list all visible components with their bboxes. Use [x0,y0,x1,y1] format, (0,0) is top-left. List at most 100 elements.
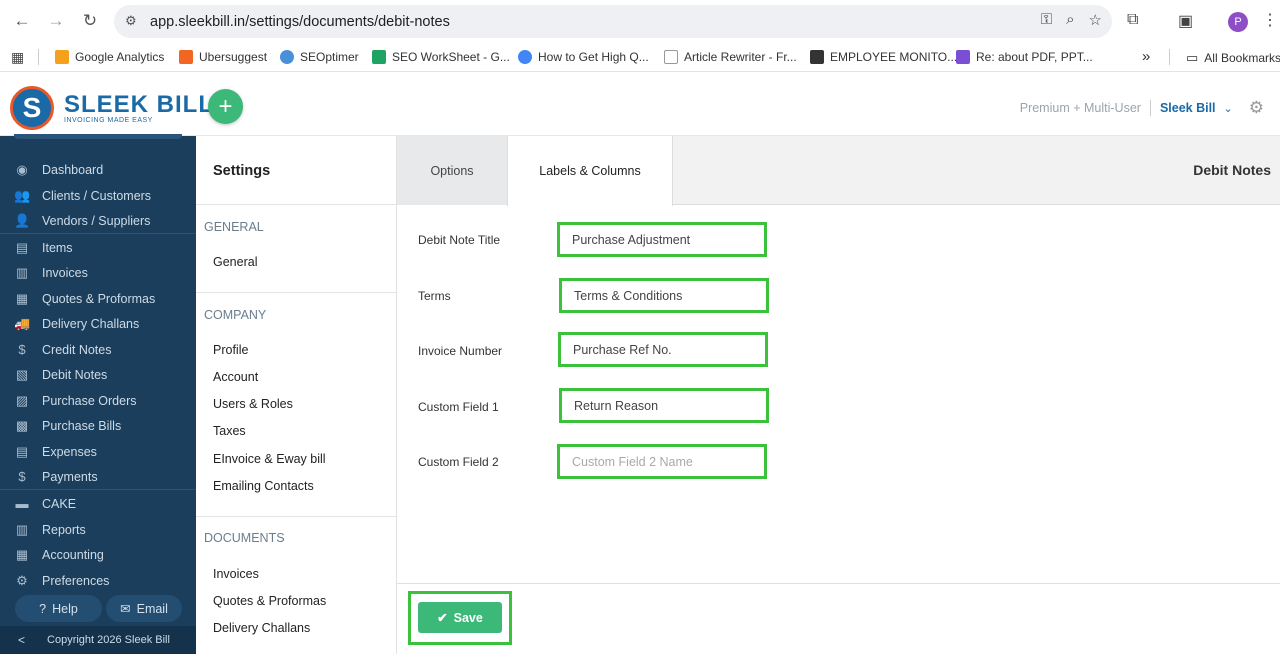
bookmark-ubersuggest[interactable]: Ubersuggest [179,50,267,64]
sidebar-item-credit-notes[interactable]: $ Credit Notes [0,337,196,362]
bookmarks-overflow-icon[interactable]: » [1142,48,1150,65]
sidebar-item-preferences[interactable]: ⚙ Preferences [0,568,196,593]
bookmark-label: Ubersuggest [199,50,268,64]
sidebar-item-accounting[interactable]: ▦ Accounting [0,542,196,567]
browser-toolbar: ← → ↻ ⚙ app.sleekbill.in/settings/docume… [0,0,1280,42]
menu-item-users-roles[interactable]: Users & Roles [213,397,293,411]
sidebar-item-label: Payments [42,469,98,484]
sidebar-item-purchase-bills[interactable]: ▩ Purchase Bills [0,413,196,438]
menu-item-quotes[interactable]: Quotes & Proformas [213,594,326,608]
sidebar-item-payments[interactable]: $ Payments [0,464,196,489]
site-settings-icon[interactable]: ⚙ [125,13,137,29]
bookmark-seoptimer[interactable]: SEOptimer [280,50,359,64]
terms-input[interactable] [562,281,766,310]
all-bookmarks[interactable]: ▭ All Bookmarks [1186,50,1280,66]
bookmark-google-analytics[interactable]: Google Analytics [55,50,164,64]
apps-grid-icon[interactable]: ▦ [11,49,24,66]
clients-icon: 👥 [14,187,31,203]
items-icon: ▤ [15,239,29,255]
menu-item-taxes[interactable]: Taxes [213,424,246,438]
zoom-icon[interactable]: ⌕ [1066,11,1074,29]
bookmark-divider [1169,49,1170,65]
question-circle-icon: ? [39,601,47,616]
address-bar[interactable]: ⚙ app.sleekbill.in/settings/documents/de… [114,5,1112,38]
bookmark-article-rewriter[interactable]: Article Rewriter - Fr... [664,50,797,64]
browser-menu-icon[interactable]: ⋮ [1262,10,1278,30]
field-label-terms: Terms [418,289,451,303]
tab-labels-columns[interactable]: Labels & Columns [507,136,673,206]
menu-item-profile[interactable]: Profile [213,343,248,357]
sidebar-item-clients[interactable]: 👥 Clients / Customers [0,183,196,208]
invoice-number-input[interactable] [561,335,765,364]
app-header: S SLEEK BILL INVOICING MADE EASY + Premi… [0,72,1280,136]
sidebar-item-label: Items [42,240,73,255]
section-heading-documents: DOCUMENTS [204,531,285,545]
bookmark-label: Google Analytics [75,50,165,64]
section-divider [196,516,396,517]
sidebar-item-vendors[interactable]: 👤 Vendors / Suppliers [0,208,196,233]
sidebar-item-dashboard[interactable]: ◉ Dashboard [0,157,196,182]
custom-field-2-input[interactable] [560,447,764,476]
reload-icon[interactable]: ↻ [78,9,102,33]
debit-note-title-field [557,222,767,257]
debit-note-title-input[interactable] [560,225,764,254]
sidebar-item-items[interactable]: ▤ Items [0,235,196,260]
tab-bar: Options Labels & Columns Debit Notes [397,136,1280,206]
chevron-down-icon[interactable]: ⌄ [1224,102,1233,115]
sheets-icon [372,50,386,64]
collapse-sidebar-icon[interactable]: < [18,633,25,647]
field-label-invoice-number: Invoice Number [418,344,503,358]
menu-item-general[interactable]: General [213,255,257,269]
bookmark-re-about-pdf[interactable]: Re: about PDF, PPT... [956,50,1093,64]
menu-item-delivery-challans[interactable]: Delivery Challans [213,621,310,635]
sleek-bill-logo[interactable]: S SLEEK BILL INVOICING MADE EASY [10,86,214,130]
menu-item-emailing-contacts[interactable]: Emailing Contacts [213,479,314,493]
profile-avatar[interactable]: P [1228,12,1248,32]
sidebar-divider [0,233,196,234]
sidebar-item-quotes[interactable]: ▦ Quotes & Proformas [0,286,196,311]
sidebar-item-label: Debit Notes [42,367,108,382]
help-label: Help [52,601,78,616]
password-key-icon[interactable]: ⚿ [1041,11,1052,29]
sidebar-item-label: Accounting [42,547,104,562]
sidebar-item-reports[interactable]: ▥ Reports [0,517,196,542]
dashboard-icon: ◉ [16,161,28,177]
menu-item-invoices[interactable]: Invoices [213,567,259,581]
back-icon[interactable]: ← [10,9,34,33]
sidebar-item-invoices[interactable]: ▥ Invoices [0,260,196,285]
email-button[interactable]: ✉ Email [106,595,182,622]
proton-mail-icon [956,50,970,64]
purchase-order-icon: ▨ [15,392,29,408]
sidebar-divider [0,489,196,490]
menu-item-account[interactable]: Account [213,370,258,384]
tab-options[interactable]: Options [397,136,507,205]
sidebar-item-purchase-orders[interactable]: ▨ Purchase Orders [0,388,196,413]
bookmark-star-icon[interactable]: ☆ [1089,11,1102,29]
help-button[interactable]: ? Help [15,595,102,622]
reading-mode-icon[interactable]: ▣ [1178,11,1193,31]
custom-field-1-input[interactable] [562,391,766,420]
sidebar-item-expenses[interactable]: ▤ Expenses [0,439,196,464]
extensions-icon[interactable]: ⧉ [1127,11,1138,29]
save-button[interactable]: ✔ Save [418,602,502,633]
sidebar: ◉ Dashboard 👥 Clients / Customers 👤 Vendors… [0,134,196,654]
add-new-button[interactable]: + [208,89,243,124]
sidebar-item-debit-notes[interactable]: ▧ Debit Notes [0,362,196,387]
bookmark-seo-worksheet[interactable]: SEO WorkSheet - G... [372,50,510,64]
gear-icon[interactable]: ⚙ [1249,98,1264,118]
company-selector[interactable]: Sleek Bill [1160,101,1216,115]
bookmark-employee-monitor[interactable]: EMPLOYEE MONITO... [810,50,957,64]
truck-icon: 🚚 [14,315,31,331]
url-text[interactable]: app.sleekbill.in/settings/documents/debi… [150,14,450,30]
sidebar-item-cake[interactable]: ▬ CAKE [0,491,196,516]
folder-icon: ▭ [1186,50,1199,65]
page-title: Debit Notes [1193,162,1271,178]
sidebar-item-delivery-challans[interactable]: 🚚 Delivery Challans [0,311,196,336]
field-label-custom-field-1: Custom Field 1 [418,400,499,414]
bookmark-how-to-get-high[interactable]: How to Get High Q... [518,50,649,64]
forward-icon[interactable]: → [44,9,68,33]
cake-icon: ▬ [15,496,29,511]
section-heading-general: GENERAL [204,220,264,234]
menu-item-einvoice[interactable]: EInvoice & Eway bill [213,452,326,466]
terms-field [559,278,769,313]
